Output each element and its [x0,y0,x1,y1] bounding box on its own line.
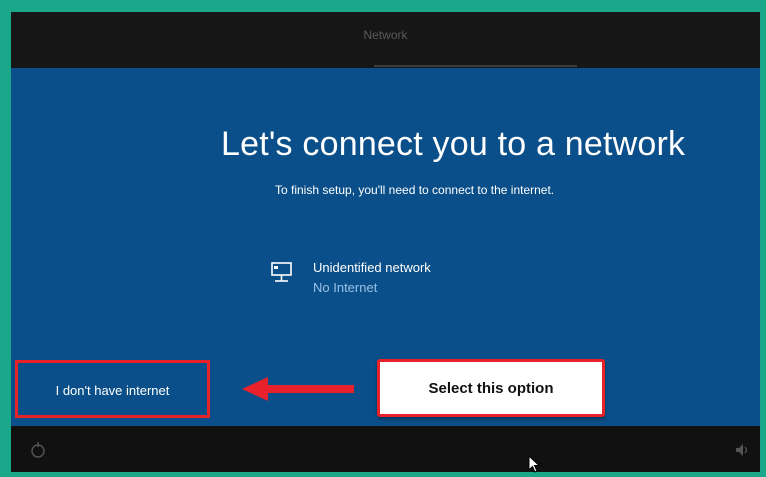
setup-screen: Network Let's connect you to a network T… [11,12,760,472]
page-title: Let's connect you to a network [221,125,686,163]
volume-icon[interactable] [736,444,750,456]
top-bar-title: Network [363,28,408,42]
page-subtitle: To finish setup, you'll need to connect … [275,183,555,197]
network-name: Unidentified network [313,260,431,275]
mouse-cursor-icon [528,455,540,473]
network-status: No Internet [313,280,378,295]
accessibility-icon[interactable] [29,441,47,459]
no-internet-highlight: I don't have internet [15,360,210,418]
pointer-arrow [242,377,354,401]
callout-box: Select this option [377,359,605,417]
wired-network-icon [271,262,292,282]
top-bar-underline [374,65,577,67]
top-bar: Network [11,12,760,68]
network-list-item[interactable]: Unidentified network No Internet [269,256,469,300]
callout-text: Select this option [428,380,554,397]
no-internet-link[interactable]: I don't have internet [18,383,207,398]
bottom-bar [11,426,760,472]
